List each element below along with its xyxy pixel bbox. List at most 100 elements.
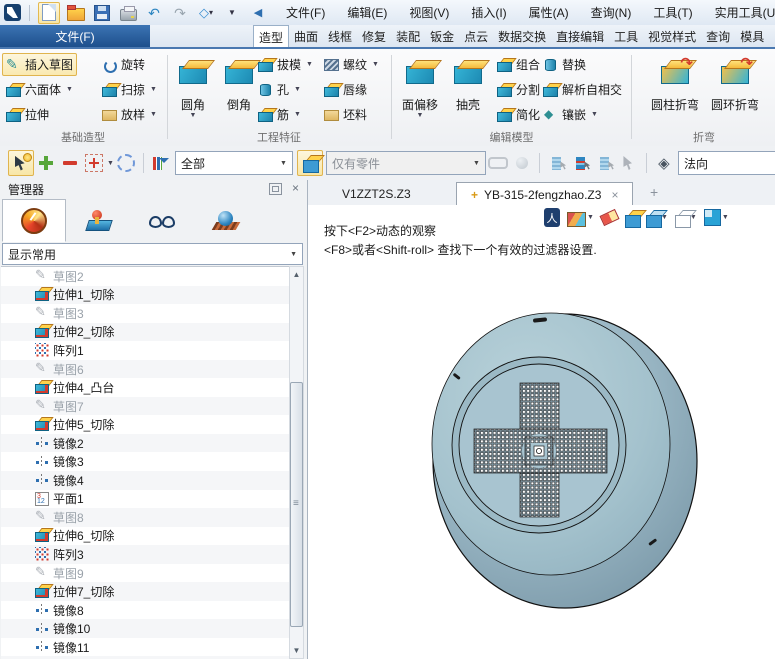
tree-item[interactable]: 阵列1 <box>1 341 289 360</box>
tab-file[interactable]: 文件(F) <box>0 25 150 47</box>
orientation-combobox[interactable]: 法向▼ <box>678 151 775 175</box>
qat-customize-button[interactable]: ▼ <box>222 3 242 23</box>
graphics-viewport[interactable]: 按下<F2>动态的观察 <F8>或者<Shift-roll> 查找下一个有效的过… <box>308 205 775 659</box>
ribbon-tab[interactable]: 工具 <box>609 25 643 47</box>
new-file-button[interactable] <box>38 2 60 24</box>
combine-button[interactable]: 组合 <box>493 53 544 76</box>
menu-item[interactable]: 工具(T) <box>653 4 692 21</box>
ribbon-tab[interactable]: 数据交换 <box>493 25 551 47</box>
walkthrough-button[interactable]: 人 <box>544 208 560 227</box>
entity-filter-combobox[interactable]: 仅有零件▼ <box>326 151 486 175</box>
close-tab-icon[interactable]: × <box>611 188 618 202</box>
erase-button[interactable] <box>601 212 618 223</box>
menu-item[interactable]: 查询(N) <box>591 4 632 21</box>
tab-render-manager[interactable] <box>194 199 258 242</box>
measure-ball-button[interactable] <box>510 151 534 175</box>
pick-part-button[interactable] <box>297 150 323 176</box>
hole-button[interactable]: 孔▼ <box>254 78 305 101</box>
open-file-button[interactable] <box>66 3 86 23</box>
datum-display-button[interactable] <box>625 210 639 226</box>
inlay-button[interactable]: 镶嵌▼ <box>539 103 602 126</box>
pick-list-all-button[interactable] <box>593 151 617 175</box>
ribbon-tab[interactable]: 造型 <box>253 25 289 48</box>
ribbon-tab[interactable]: 修复 <box>357 25 391 47</box>
collapse-button[interactable]: ◀ <box>248 3 268 23</box>
tree-item[interactable]: 草图9 <box>1 564 289 583</box>
close-panel-button[interactable]: × <box>292 183 299 193</box>
chevron-down-icon[interactable]: ▼ <box>107 160 114 167</box>
tab-assembly-manager[interactable] <box>66 199 130 242</box>
ribbon-tab[interactable]: 装配 <box>391 25 425 47</box>
tree-item[interactable]: 拉伸5_切除 <box>1 415 289 434</box>
print-button[interactable] <box>118 3 138 23</box>
orientation-button[interactable]: ◈ <box>652 151 676 175</box>
tree-item[interactable]: 镜像4 <box>1 471 289 490</box>
new-tab-button[interactable]: + <box>650 184 658 200</box>
tree-item[interactable]: 镜像10 <box>1 619 289 638</box>
tree-item[interactable]: 阵列3 <box>1 545 289 564</box>
scroll-down-button[interactable]: ▼ <box>290 643 303 658</box>
menu-item[interactable]: 视图(V) <box>409 4 449 21</box>
measure-chain-button[interactable] <box>486 151 510 175</box>
tree-scrollbar[interactable]: ▲ ▼ <box>289 266 304 659</box>
tab-history-manager[interactable] <box>2 199 66 242</box>
tree-item[interactable]: 拉伸7_切除 <box>1 582 289 601</box>
ribbon-tab[interactable]: 点云 <box>459 25 493 47</box>
scrollbar-thumb[interactable] <box>290 382 303 627</box>
insert-sketch-button[interactable]: 插入草图 <box>2 53 77 76</box>
wireframe-view-button[interactable]: ▼ <box>675 210 697 226</box>
filter-scope-combobox[interactable]: 全部▼ <box>175 151 293 175</box>
menu-item[interactable]: 编辑(E) <box>347 4 387 21</box>
tree-item[interactable]: 拉伸1_切除 <box>1 286 289 305</box>
lasso-select-button[interactable] <box>114 151 138 175</box>
tree-item[interactable]: 草图6 <box>1 360 289 379</box>
menu-item[interactable]: 属性(A) <box>529 4 569 21</box>
tree-item[interactable]: 草图7 <box>1 397 289 416</box>
rib-button[interactable]: 筋▼ <box>254 103 305 126</box>
pick-smart-button[interactable] <box>8 150 34 176</box>
tree-item[interactable]: 草图2 <box>1 267 289 286</box>
undo-button[interactable]: ↶ <box>144 3 164 23</box>
ribbon-tab[interactable]: 曲面 <box>289 25 323 47</box>
restore-panel-button[interactable] <box>269 183 282 195</box>
redo-button[interactable]: ↷ <box>170 3 190 23</box>
scroll-up-button[interactable]: ▲ <box>290 267 303 282</box>
tree-item[interactable]: 镜像11 <box>1 638 289 657</box>
appearance-button[interactable]: ▼ <box>567 209 594 227</box>
tree-item[interactable]: 拉伸6_切除 <box>1 527 289 546</box>
resolve-self-intersection-button[interactable]: 解析自相交 <box>539 78 626 101</box>
window-add-button[interactable] <box>82 151 106 175</box>
viewport-layout-button[interactable]: ▼ <box>704 209 729 226</box>
simplify-button[interactable]: 简化 <box>493 103 544 126</box>
pick-last-button[interactable] <box>617 151 641 175</box>
document-tab-yb315[interactable]: + YB-315-2fengzhao.Z3 × <box>456 182 633 206</box>
draft-button[interactable]: 拔模▼ <box>254 53 317 76</box>
menu-item[interactable]: 插入(I) <box>471 4 506 21</box>
loft-button[interactable]: 放样▼ <box>98 103 161 126</box>
ribbon-tab[interactable]: 钣金 <box>425 25 459 47</box>
ribbon-tab[interactable]: 直接编辑 <box>551 25 609 47</box>
ribbon-tab[interactable]: 查询 <box>701 25 735 47</box>
save-button[interactable] <box>92 3 112 23</box>
ribbon-tab[interactable]: 视觉样式 <box>643 25 701 47</box>
revolve-button[interactable]: 旋转 <box>98 53 149 76</box>
tree-item[interactable]: 拉伸4_凸台 <box>1 378 289 397</box>
tree-item[interactable]: 镜像2 <box>1 434 289 453</box>
pick-list-button[interactable] <box>545 151 569 175</box>
stock-button[interactable]: 坯料 <box>320 103 371 126</box>
tree-item[interactable]: 镜像8 <box>1 601 289 620</box>
menu-item[interactable]: 文件(F) <box>286 4 325 21</box>
extrude-button[interactable]: 拉伸 <box>2 103 53 126</box>
lip-button[interactable]: 唇缘 <box>320 78 371 101</box>
shaded-view-button[interactable]: ▼ <box>646 210 668 226</box>
ribbon-tab[interactable]: 模具 <box>735 25 769 47</box>
box-button[interactable]: 六面体▼ <box>2 78 77 101</box>
tree-item[interactable]: 拉伸2_切除 <box>1 323 289 342</box>
display-filter-combobox[interactable]: 显示常用▼ <box>2 243 303 265</box>
target-dropdown-button[interactable]: ◇▾ <box>196 3 216 23</box>
tree-item[interactable]: 草图8 <box>1 508 289 527</box>
tree-item[interactable]: 镜像3 <box>1 452 289 471</box>
model-3d-cover-part[interactable] <box>417 305 717 617</box>
thread-button[interactable]: 螺纹▼ <box>320 53 383 76</box>
document-tab-v1zzt2s[interactable]: V1ZZT2S.Z3 <box>328 182 425 205</box>
